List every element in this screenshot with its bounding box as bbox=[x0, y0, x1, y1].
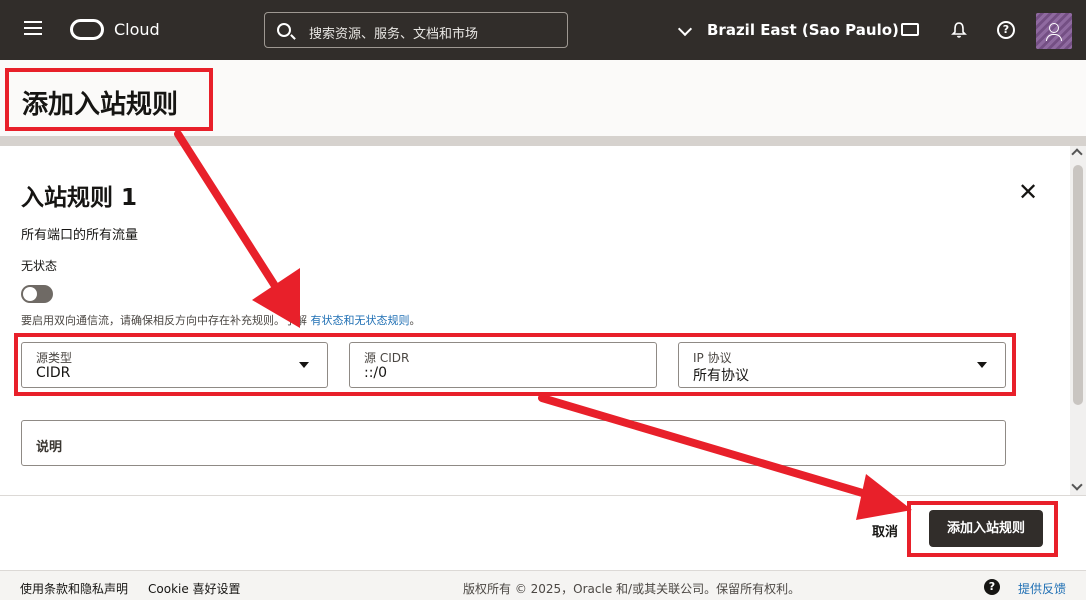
rule-subtitle: 所有端口的所有流量 bbox=[21, 228, 139, 243]
copyright-text: 版权所有 © 2025，Oracle 和/或其关联公司。保留所有权利。 bbox=[463, 582, 801, 596]
search-icon bbox=[277, 23, 291, 37]
stateless-hint: 要启用双向通信流，请确保相反方向中存在补充规则。了解 有状态和无状态规则。 bbox=[21, 314, 421, 327]
annotation-box-title bbox=[5, 68, 213, 131]
oracle-logo[interactable] bbox=[70, 19, 104, 40]
rule-title: 入站规则 1 bbox=[21, 185, 138, 211]
avatar[interactable] bbox=[1036, 13, 1072, 49]
cloud-shell-icon[interactable] bbox=[901, 23, 919, 36]
stateless-label: 无状态 bbox=[21, 259, 58, 273]
help-icon[interactable]: ? bbox=[984, 579, 1000, 595]
description-input[interactable]: 说明 bbox=[21, 420, 1006, 466]
feedback-link[interactable]: 提供反馈 bbox=[1018, 580, 1066, 597]
annotation-box-fields bbox=[14, 333, 1016, 396]
scrollbar-thumb[interactable] bbox=[1073, 165, 1083, 405]
bell-icon[interactable] bbox=[950, 21, 968, 39]
stateful-stateless-link[interactable]: 有状态和无状态规则 bbox=[311, 314, 410, 327]
description-label: 说明 bbox=[36, 440, 63, 455]
hamburger-menu-icon[interactable] bbox=[24, 21, 44, 37]
divider bbox=[0, 136, 1086, 146]
search-placeholder: 搜索资源、服务、文档和市场 bbox=[309, 27, 479, 42]
terms-link[interactable]: 使用条款和隐私声明 bbox=[20, 580, 128, 597]
toggle-knob[interactable] bbox=[23, 287, 37, 301]
search-input[interactable]: 搜索资源、服务、文档和市场 bbox=[264, 12, 568, 48]
help-icon[interactable]: ? bbox=[997, 21, 1015, 39]
annotation-box-add-button bbox=[907, 501, 1058, 557]
region-selector[interactable]: Brazil East (Sao Paulo) bbox=[707, 21, 899, 39]
close-icon[interactable]: ✕ bbox=[1018, 180, 1038, 204]
brand-name[interactable]: Cloud bbox=[114, 20, 160, 39]
cookie-preferences-link[interactable]: Cookie 喜好设置 bbox=[148, 580, 241, 597]
cancel-button[interactable]: 取消 bbox=[872, 521, 898, 540]
